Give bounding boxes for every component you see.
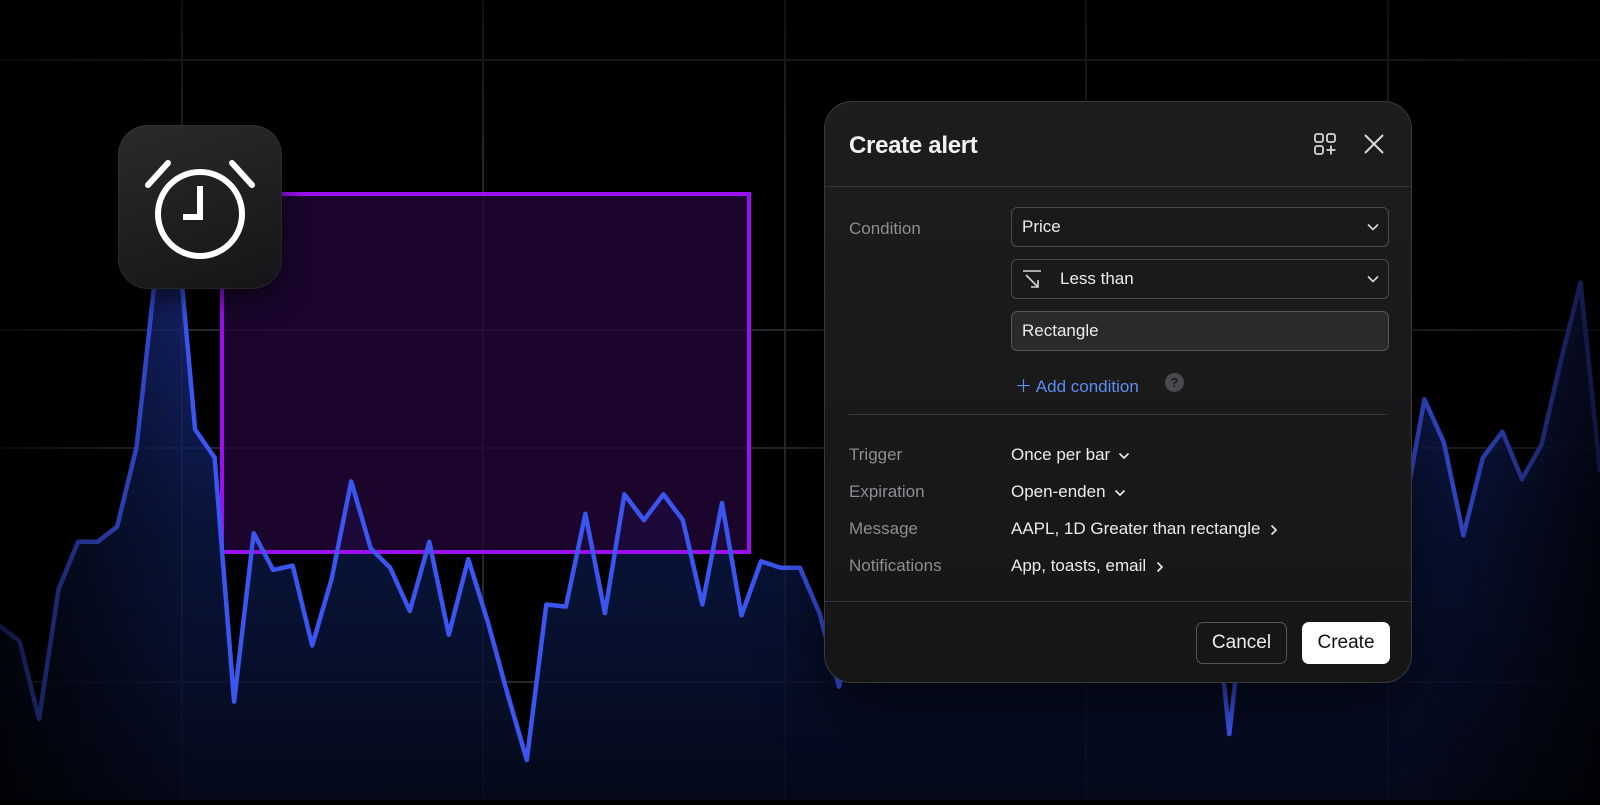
message-value: AAPL, 1D Greater than rectangle — [1011, 519, 1261, 538]
condition-source-select[interactable]: Price — [1011, 207, 1389, 247]
chevron-down-icon — [1367, 223, 1379, 231]
chevron-down-icon — [1367, 275, 1379, 283]
notifications-label: Notifications — [849, 556, 942, 575]
message-link[interactable]: AAPL, 1D Greater than rectangle — [1011, 519, 1280, 539]
expiration-value: Open-enden — [1011, 482, 1106, 501]
dialog-title: Create alert — [849, 132, 978, 159]
arrow-down-right-icon — [1023, 270, 1041, 288]
condition-operator-select[interactable]: Less than — [1011, 259, 1389, 299]
create-alert-dialog: Create alert Condition Price Less than R… — [824, 101, 1412, 683]
chevron-right-icon — [1157, 561, 1164, 572]
trigger-label: Trigger — [849, 445, 903, 464]
expiration-label: Expiration — [849, 482, 925, 501]
chevron-down-icon — [1119, 452, 1130, 459]
notifications-link[interactable]: App, toasts, email — [1011, 556, 1166, 576]
footer-divider — [825, 601, 1411, 602]
condition-source-value: Price — [1022, 217, 1061, 236]
notifications-value: App, toasts, email — [1011, 556, 1147, 575]
chevron-right-icon — [1271, 524, 1278, 535]
condition-target-field[interactable]: Rectangle — [1011, 311, 1389, 351]
alarm-clock-icon — [145, 160, 255, 259]
header-divider — [825, 186, 1411, 187]
close-button[interactable] — [1362, 132, 1388, 158]
section-divider — [849, 414, 1387, 415]
cancel-button[interactable]: Cancel — [1196, 622, 1287, 664]
expiration-dropdown[interactable]: Open-enden — [1011, 482, 1126, 502]
help-icon[interactable]: ? — [1165, 373, 1184, 392]
trigger-value: Once per bar — [1011, 445, 1111, 464]
alarm-app-icon[interactable] — [118, 125, 282, 289]
add-widget-icon — [1314, 133, 1336, 155]
create-button[interactable]: Create — [1302, 622, 1390, 664]
chevron-down-icon — [1114, 489, 1125, 496]
plus-icon: ＋ — [1015, 377, 1032, 396]
close-icon — [1364, 134, 1384, 154]
trigger-dropdown[interactable]: Once per bar — [1011, 445, 1130, 465]
add-condition-label: Add condition — [1035, 377, 1139, 396]
add-widget-button[interactable] — [1313, 132, 1339, 158]
condition-target-value: Rectangle — [1022, 321, 1099, 340]
condition-label: Condition — [849, 219, 921, 238]
message-label: Message — [849, 519, 918, 538]
add-condition-button[interactable]: ＋ Add condition — [1015, 372, 1139, 397]
